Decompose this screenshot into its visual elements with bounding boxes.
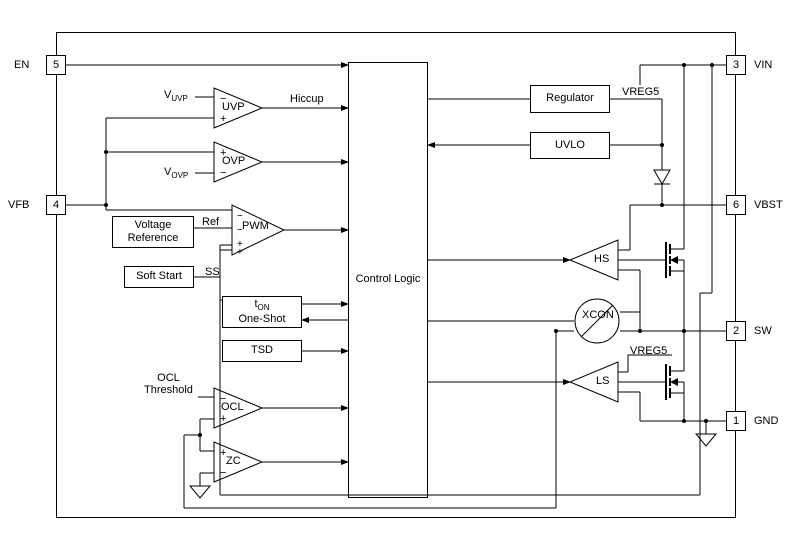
diagram-canvas: 5 EN 4 VFB 3 VIN 6 VBST 2 SW 1 GND Contr… [0, 0, 792, 550]
wiring [0, 0, 792, 550]
